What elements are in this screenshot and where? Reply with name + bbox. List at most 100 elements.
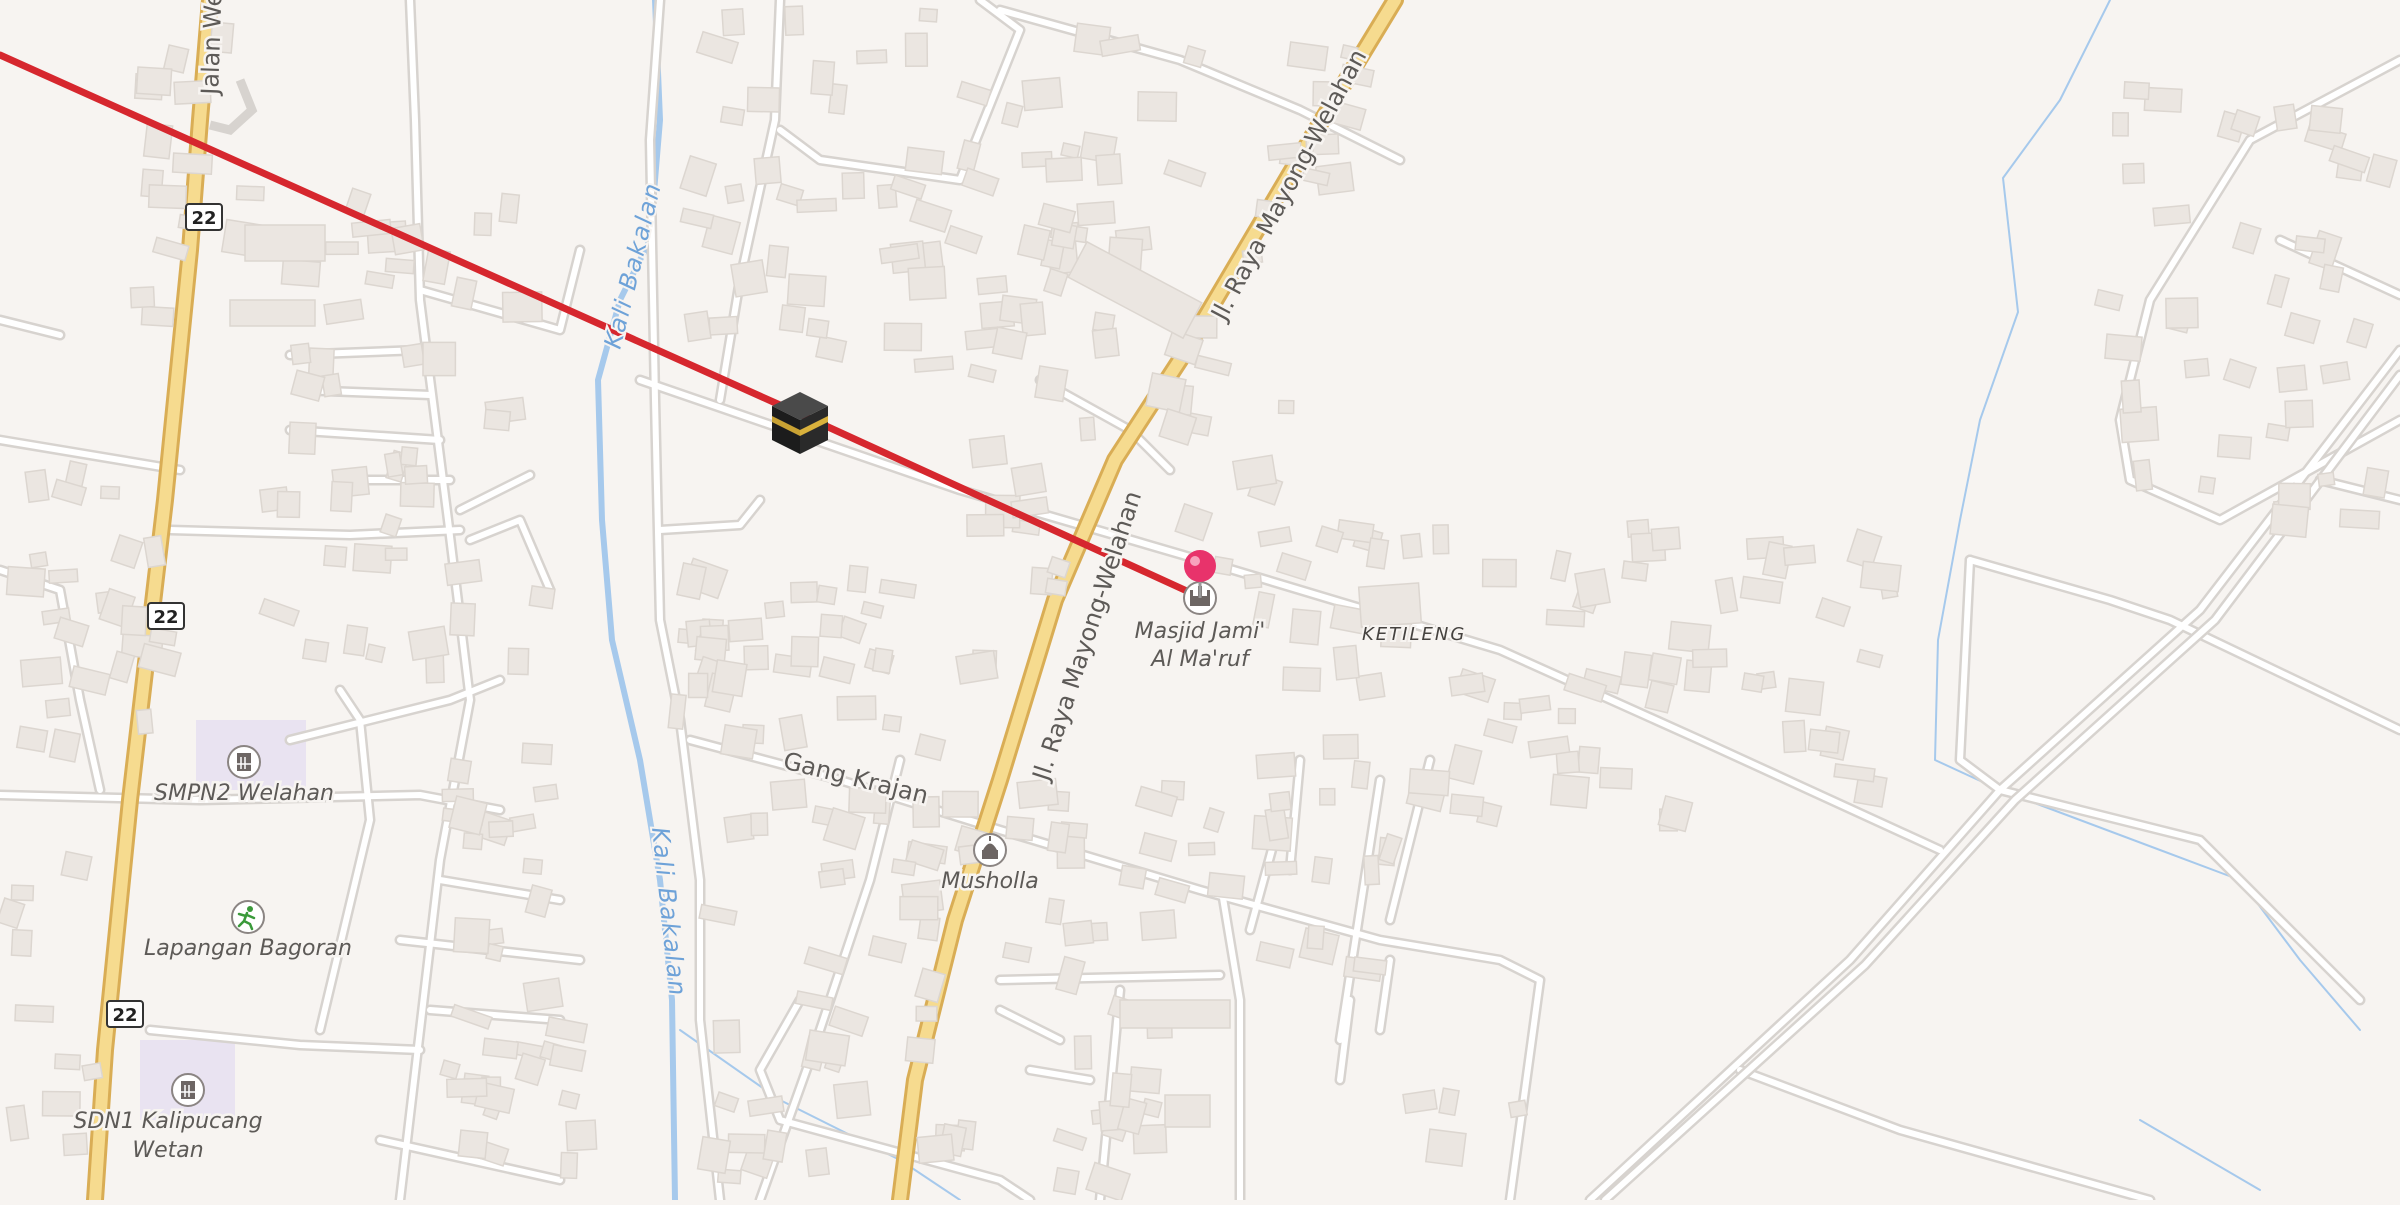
poi-label-lapangan: Lapangan Bagoran	[144, 936, 352, 961]
building	[818, 655, 856, 685]
building	[2283, 311, 2321, 345]
building	[815, 584, 838, 606]
building	[1062, 919, 1095, 947]
building	[841, 171, 866, 200]
building	[1446, 743, 1483, 785]
building	[1859, 560, 1902, 593]
building	[1174, 502, 1214, 542]
building	[683, 310, 712, 343]
building	[62, 1132, 89, 1157]
building	[2365, 153, 2398, 189]
building	[878, 578, 917, 599]
building	[2222, 358, 2258, 389]
building	[522, 977, 564, 1013]
building	[1784, 677, 1825, 716]
building	[790, 635, 820, 668]
poi-label-sdn1-line2: Wetan	[132, 1138, 203, 1163]
building	[719, 723, 758, 760]
school-icon[interactable]	[227, 745, 261, 779]
building	[778, 713, 808, 752]
svg-text:22: 22	[112, 1005, 137, 1026]
building	[810, 59, 836, 96]
poi-label-masjid-line1: Masjid Jami'	[1135, 619, 1266, 644]
building	[235, 185, 265, 202]
building	[1034, 365, 1069, 403]
building	[1243, 573, 1263, 590]
building	[1042, 267, 1069, 297]
building	[727, 617, 764, 643]
school-icon-sdn1[interactable]	[171, 1073, 205, 1107]
building	[1118, 864, 1148, 890]
building	[763, 600, 786, 620]
building	[2132, 458, 2154, 492]
building	[966, 513, 1005, 537]
building	[276, 490, 301, 519]
map-view[interactable]: Jalan We Jl. Raya Mayong-Welahan Jl. Ray…	[0, 0, 2400, 1205]
building	[2111, 112, 2130, 137]
building	[403, 464, 429, 485]
building	[1549, 549, 1572, 583]
musholla-icon[interactable]	[973, 833, 1007, 867]
building	[1833, 763, 1876, 783]
place-label-ketileng: KETILENG	[1362, 624, 1466, 645]
svg-text:22: 22	[191, 208, 216, 229]
building	[1044, 897, 1065, 926]
building	[1598, 766, 1634, 790]
building	[135, 708, 154, 736]
building	[913, 355, 955, 373]
building	[1691, 648, 1728, 669]
building	[1076, 200, 1116, 227]
building	[135, 66, 173, 97]
building	[1574, 568, 1611, 609]
building-large	[229, 299, 316, 327]
building	[1621, 560, 1649, 582]
building	[805, 317, 830, 339]
building	[881, 713, 903, 733]
building	[789, 581, 819, 604]
building	[1019, 301, 1047, 337]
sports-field-icon[interactable]	[231, 900, 265, 934]
building	[2319, 263, 2345, 294]
building	[1781, 719, 1807, 754]
building	[836, 695, 877, 721]
building	[1365, 537, 1390, 570]
building	[904, 146, 945, 176]
building	[483, 408, 512, 432]
building	[915, 1005, 938, 1022]
building	[2316, 471, 2336, 488]
building	[817, 867, 846, 889]
building	[1289, 608, 1322, 646]
building	[1139, 909, 1177, 942]
building	[342, 624, 369, 657]
building	[2266, 273, 2290, 309]
building	[1277, 399, 1295, 415]
building	[2183, 357, 2210, 379]
building	[1350, 759, 1371, 790]
building	[1193, 354, 1233, 377]
poi-label-masjid-line2: Al Ma'ruf	[1149, 647, 1252, 672]
building	[1407, 767, 1451, 797]
building	[1109, 1072, 1133, 1109]
building	[473, 212, 493, 237]
building	[280, 258, 322, 288]
building	[287, 421, 317, 456]
building	[899, 895, 939, 921]
building	[1549, 773, 1590, 809]
building	[918, 7, 939, 23]
building	[498, 192, 521, 224]
building	[323, 544, 348, 568]
building	[559, 1151, 579, 1180]
map-canvas[interactable]: Jalan We Jl. Raya Mayong-Welahan Jl. Ray…	[0, 0, 2400, 1205]
building	[1016, 223, 1052, 262]
building	[667, 693, 687, 730]
building	[444, 558, 483, 587]
building	[1264, 806, 1290, 842]
building	[860, 600, 885, 619]
building	[696, 1135, 732, 1175]
building	[908, 198, 953, 234]
building	[2143, 86, 2183, 113]
building	[1657, 794, 1694, 833]
building	[944, 224, 984, 255]
building	[2165, 297, 2199, 329]
building	[1268, 790, 1292, 813]
